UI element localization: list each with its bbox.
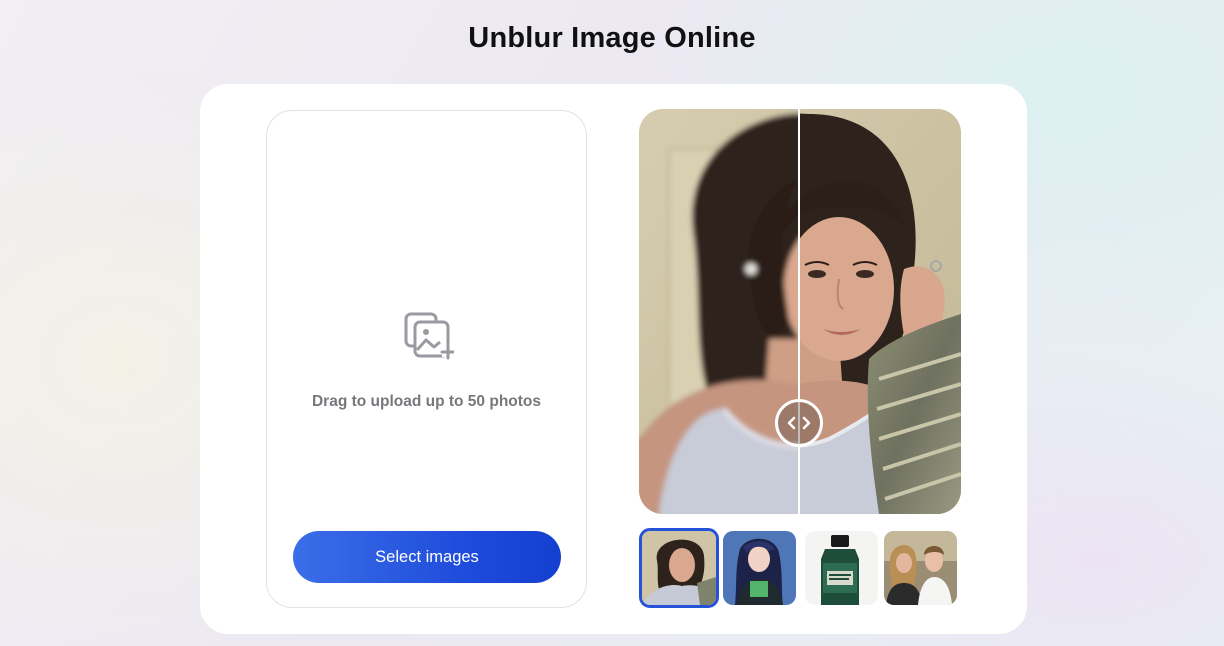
thumbnail-two-people-photo[interactable]	[884, 531, 957, 605]
comparison-divider	[798, 109, 800, 514]
sample-thumbnails	[639, 528, 969, 608]
select-images-button[interactable]: Select images	[293, 531, 561, 583]
add-image-icon	[404, 312, 456, 362]
chevron-left-right-icon	[787, 416, 811, 430]
thumbnail-product-bottle[interactable]	[805, 531, 878, 605]
tool-card: Drag to upload up to 50 photos Select im…	[200, 84, 1027, 634]
comparison-slider-handle[interactable]	[775, 399, 823, 447]
upload-dropzone[interactable]: Drag to upload up to 50 photos Select im…	[266, 110, 587, 608]
before-after-comparison[interactable]	[639, 109, 961, 514]
comparison-image	[639, 109, 961, 514]
thumbnail-anime-character[interactable]	[723, 531, 796, 605]
drag-upload-text: Drag to upload up to 50 photos	[311, 393, 542, 410]
thumbnail-woman-portrait[interactable]	[639, 528, 719, 608]
page-title: Unblur Image Online	[468, 22, 756, 54]
